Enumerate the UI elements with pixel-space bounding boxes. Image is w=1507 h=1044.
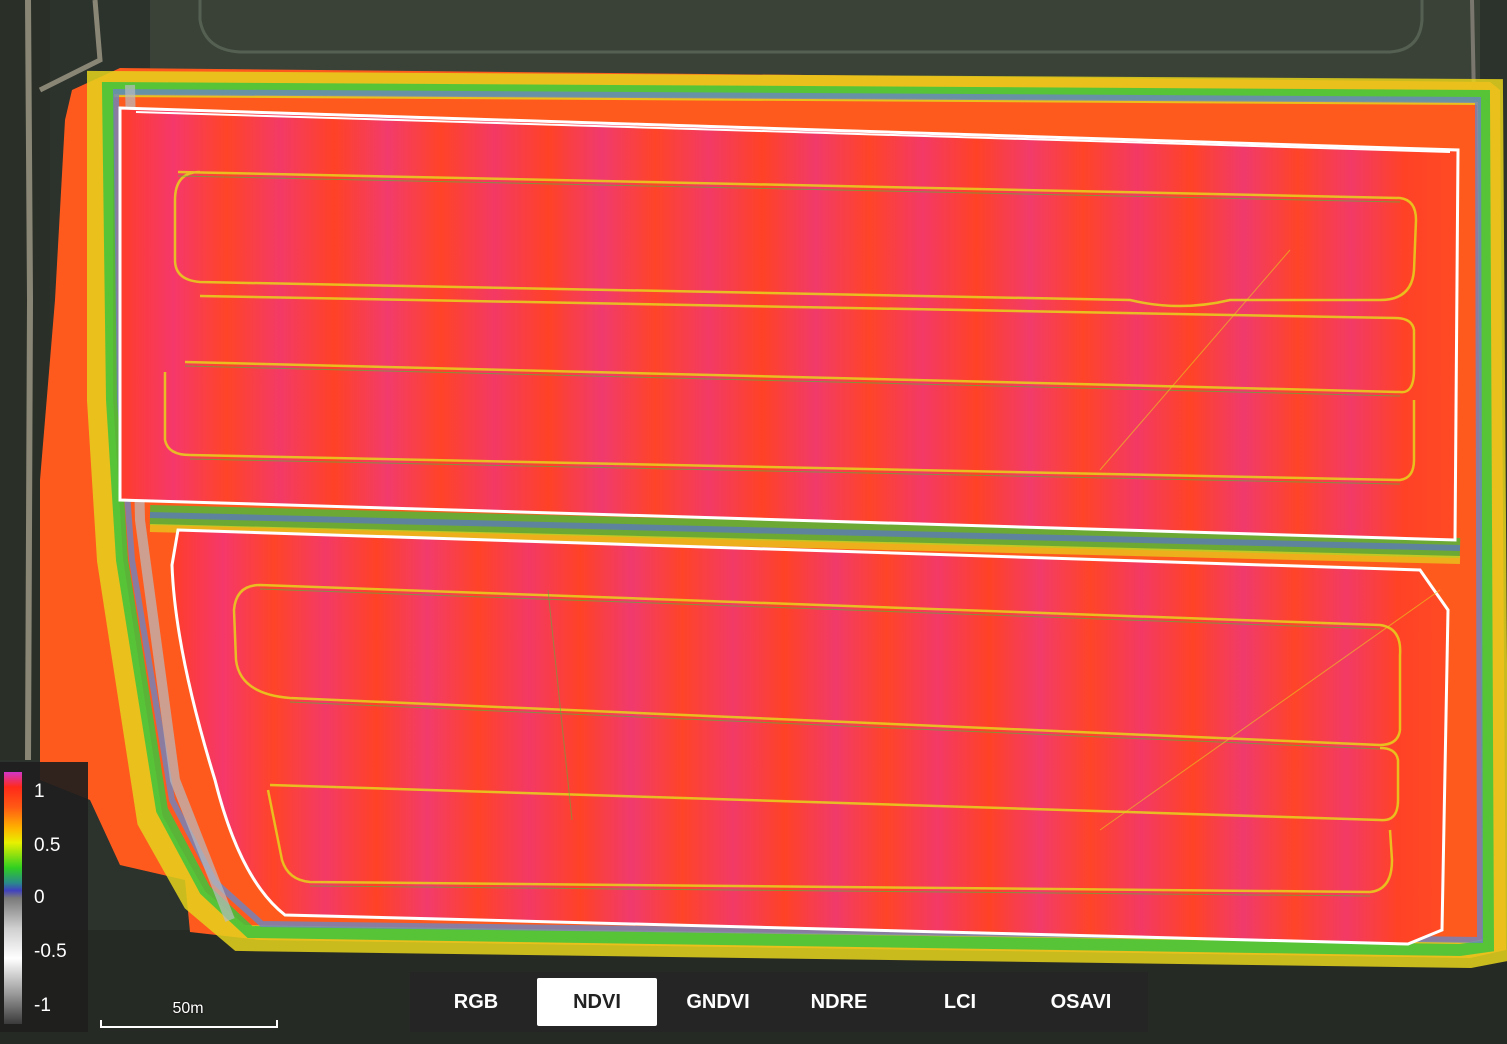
tab-ndvi[interactable]: NDVI bbox=[537, 978, 657, 1026]
ndvi-map[interactable] bbox=[0, 0, 1507, 1044]
map-viewport[interactable]: 1 0.5 0 -0.5 -1 50m RGB NDVI GNDVI NDRE … bbox=[0, 0, 1507, 1044]
top-crop-field bbox=[150, 0, 1480, 80]
legend-color-ramp bbox=[4, 772, 22, 1024]
scale-bar-line bbox=[100, 1020, 278, 1028]
legend-label-half: 0.5 bbox=[34, 835, 61, 856]
legend-label-min: -1 bbox=[34, 995, 51, 1016]
tab-rgb[interactable]: RGB bbox=[416, 978, 536, 1026]
tab-ndre[interactable]: NDRE bbox=[779, 978, 899, 1026]
legend-label-max: 1 bbox=[34, 781, 45, 802]
left-road bbox=[25, 0, 34, 761]
tab-lci[interactable]: LCI bbox=[900, 978, 1020, 1026]
legend-label-zero: 0 bbox=[34, 887, 45, 908]
legend-label-neg-half: -0.5 bbox=[34, 941, 67, 962]
tab-gndvi[interactable]: GNDVI bbox=[658, 978, 778, 1026]
tab-osavi[interactable]: OSAVI bbox=[1021, 978, 1141, 1026]
scale-bar-label: 50m bbox=[172, 1000, 204, 1017]
index-tab-bar: RGB NDVI GNDVI NDRE LCI OSAVI bbox=[410, 972, 1148, 1032]
ndvi-legend: 1 0.5 0 -0.5 -1 bbox=[0, 762, 88, 1032]
upper-field-fill bbox=[120, 108, 1458, 540]
scale-bar: 50m bbox=[100, 996, 278, 1032]
